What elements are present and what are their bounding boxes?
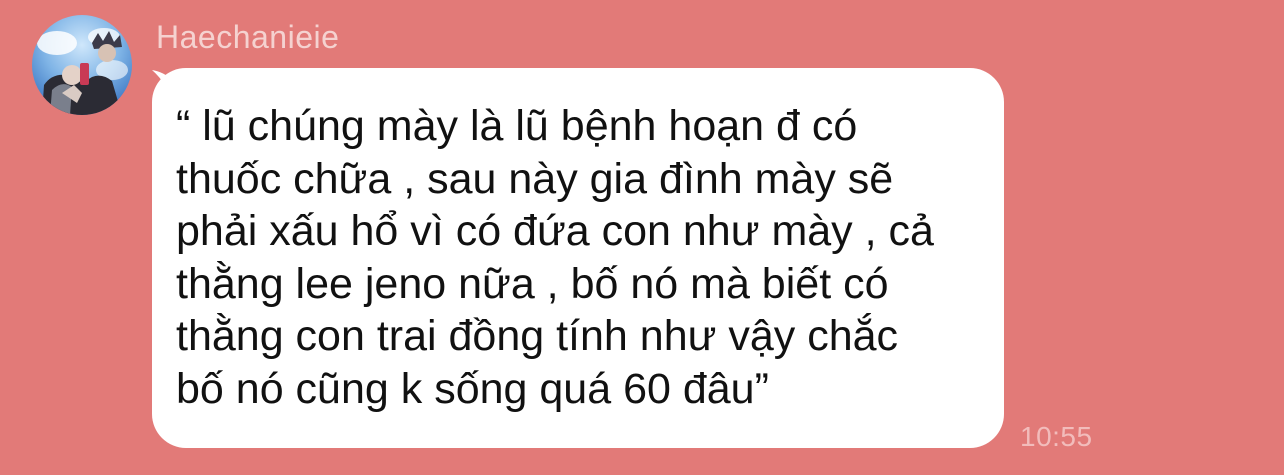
message-text: “ lũ chúng mày là lũ bệnh hoạn đ có thuố… <box>176 102 934 413</box>
avatar[interactable] <box>32 15 132 115</box>
sender-name: Haechanieie <box>156 19 340 55</box>
avatar-image <box>32 15 132 115</box>
message-timestamp: 10:55 <box>1020 421 1093 452</box>
